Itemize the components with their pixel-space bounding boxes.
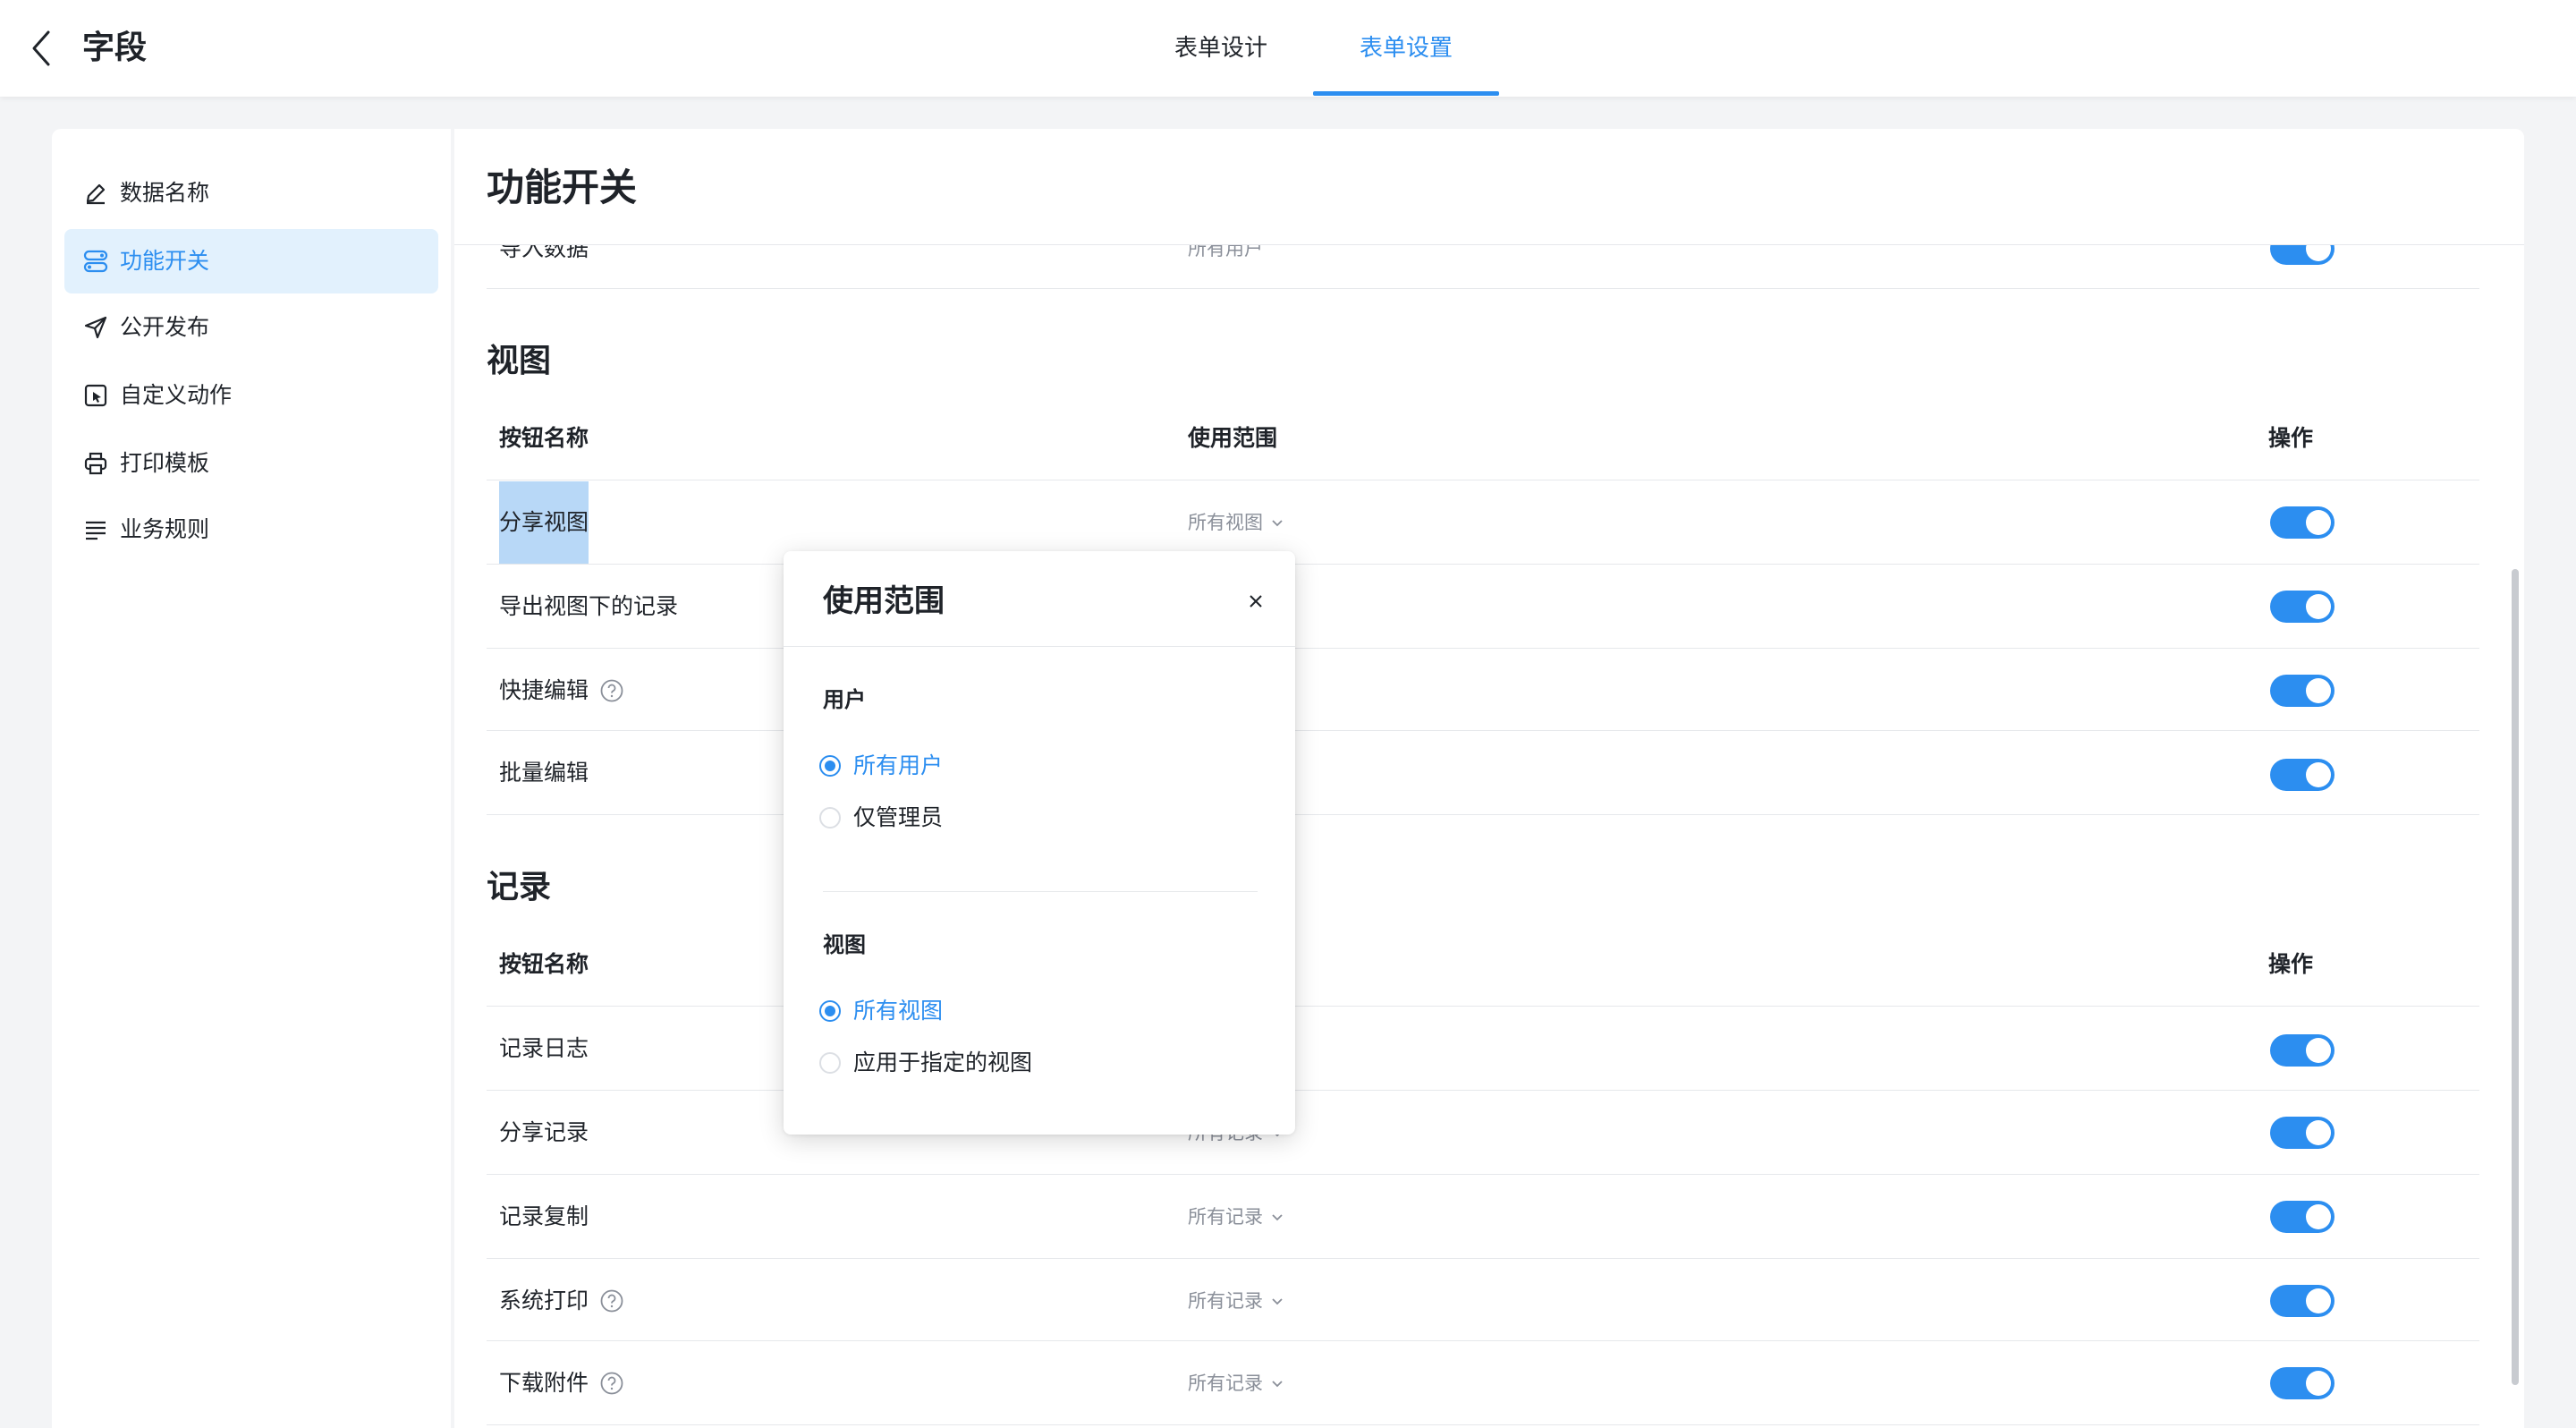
row-name: 分享视图 bbox=[499, 509, 589, 535]
chevron-down-icon bbox=[1272, 1214, 1283, 1221]
sidebar-item-label: 数据名称 bbox=[120, 180, 210, 206]
usage-scope-popover: 使用范围 用户 所有用户 仅管理员 视图 所有视图 应用于指定的视图 bbox=[784, 551, 1295, 1135]
row-name: 记录复制 bbox=[499, 1203, 589, 1229]
radio-circle bbox=[819, 1052, 841, 1074]
col-header-name: 按钮名称 bbox=[499, 425, 589, 451]
sidebar-item-business-rules[interactable]: 业务规则 bbox=[64, 497, 438, 562]
toggle-switch[interactable] bbox=[2270, 1201, 2334, 1233]
tab-form-settings[interactable]: 表单设置 bbox=[1313, 0, 1499, 97]
send-icon bbox=[80, 312, 111, 343]
settings-sidebar: 数据名称 功能开关 公开发布 自定义动作 打印模板 业务规则 bbox=[52, 129, 451, 1428]
help-circle-icon[interactable] bbox=[599, 1371, 624, 1396]
sidebar-item-data-name[interactable]: 数据名称 bbox=[64, 161, 438, 225]
help-circle-icon[interactable] bbox=[599, 678, 624, 703]
radio-circle bbox=[819, 1000, 841, 1022]
scope-dropdown[interactable]: 所有记录 bbox=[1188, 1365, 1284, 1401]
toggle-switch[interactable] bbox=[2270, 759, 2334, 791]
chevron-down-icon bbox=[1272, 1298, 1283, 1305]
section-title-record: 记录 bbox=[487, 869, 552, 905]
sidebar-item-label: 业务规则 bbox=[120, 516, 210, 542]
toggle-switch[interactable] bbox=[2270, 1285, 2334, 1317]
edit-icon bbox=[80, 178, 111, 208]
toggle-switch[interactable] bbox=[2270, 1367, 2334, 1399]
row-name: 批量编辑 bbox=[499, 760, 589, 786]
help-circle-icon[interactable] bbox=[599, 1288, 624, 1313]
col-header-action: 操作 bbox=[2268, 425, 2314, 451]
top-header: 字段 表单设计 表单设置 bbox=[0, 0, 2576, 97]
scope-value: 所有记录 bbox=[1188, 1206, 1263, 1228]
row-divider bbox=[487, 1340, 2479, 1341]
close-icon[interactable] bbox=[1240, 585, 1272, 617]
page-title: 字段 bbox=[82, 30, 148, 66]
sidebar-item-feature-switch[interactable]: 功能开关 bbox=[64, 229, 438, 293]
popover-section-divider bbox=[823, 891, 1258, 892]
sidebar-item-label: 功能开关 bbox=[120, 248, 210, 274]
active-tab-indicator bbox=[1313, 91, 1499, 96]
toggle-switch[interactable] bbox=[2270, 591, 2334, 623]
radio-label: 应用于指定的视图 bbox=[853, 1050, 1033, 1075]
radio-specific-views[interactable]: 应用于指定的视图 bbox=[819, 1045, 1032, 1081]
section-title-view: 视图 bbox=[487, 343, 552, 379]
sidebar-item-print-template[interactable]: 打印模板 bbox=[64, 431, 438, 496]
row-divider bbox=[487, 1424, 2479, 1425]
sidebar-item-label: 打印模板 bbox=[120, 450, 210, 476]
toggle-switch[interactable] bbox=[2270, 1117, 2334, 1149]
toggle-switch[interactable] bbox=[2270, 1034, 2334, 1067]
section-page-title: 功能开关 bbox=[487, 166, 638, 209]
popover-title: 使用范围 bbox=[823, 583, 945, 619]
radio-label: 所有视图 bbox=[853, 998, 944, 1024]
row-name: 分享记录 bbox=[499, 1119, 589, 1145]
user-section-label: 用户 bbox=[823, 687, 866, 712]
scope-value: 所有视图 bbox=[1188, 512, 1263, 533]
row-divider bbox=[487, 1174, 2479, 1175]
tab-form-design[interactable]: 表单设计 bbox=[1163, 0, 1279, 97]
list-icon bbox=[80, 514, 111, 545]
radio-label: 仅管理员 bbox=[853, 804, 944, 830]
col-header-name: 按钮名称 bbox=[499, 951, 589, 977]
toggle-switch[interactable] bbox=[2270, 675, 2334, 707]
scope-dropdown[interactable]: 所有记录 bbox=[1188, 1199, 1284, 1235]
row-name: 记录日志 bbox=[499, 1035, 589, 1061]
main-panel: 功能开关 导入数据 所有用户 视图 按钮名称 使用范围 操作 分享视图 所有视图… bbox=[454, 129, 2524, 1428]
chevron-down-icon bbox=[1272, 520, 1283, 527]
sidebar-item-publish[interactable]: 公开发布 bbox=[64, 295, 438, 360]
row-name: 快捷编辑 bbox=[499, 677, 589, 703]
switch-icon bbox=[80, 246, 111, 276]
sidebar-item-custom-action[interactable]: 自定义动作 bbox=[64, 363, 438, 428]
main-title-bar: 功能开关 bbox=[454, 129, 2524, 245]
radio-circle bbox=[819, 807, 841, 829]
radio-all-views[interactable]: 所有视图 bbox=[819, 993, 943, 1029]
radio-admin-only[interactable]: 仅管理员 bbox=[819, 800, 943, 836]
radio-label: 所有用户 bbox=[853, 752, 944, 778]
scope-value: 所有记录 bbox=[1188, 1290, 1263, 1312]
radio-all-users[interactable]: 所有用户 bbox=[819, 748, 943, 784]
row-name: 系统打印 bbox=[499, 1288, 589, 1313]
row-name: 下载附件 bbox=[499, 1370, 589, 1396]
printer-icon bbox=[80, 448, 111, 479]
col-header-scope: 使用范围 bbox=[1188, 425, 1278, 451]
sidebar-item-label: 自定义动作 bbox=[120, 382, 233, 408]
row-name: 导出视图下的记录 bbox=[499, 593, 679, 619]
row-divider bbox=[487, 288, 2479, 289]
row-divider bbox=[487, 1258, 2479, 1259]
vertical-scrollbar[interactable] bbox=[2512, 569, 2519, 1385]
sidebar-item-label: 公开发布 bbox=[120, 314, 210, 340]
back-arrow-icon[interactable] bbox=[29, 29, 54, 68]
scope-value: 所有记录 bbox=[1188, 1373, 1263, 1394]
scope-dropdown[interactable]: 所有视图 bbox=[1188, 505, 1284, 540]
scope-dropdown[interactable]: 所有记录 bbox=[1188, 1283, 1284, 1319]
view-section-label: 视图 bbox=[823, 932, 866, 957]
col-header-action: 操作 bbox=[2268, 951, 2314, 977]
chevron-down-icon bbox=[1272, 1381, 1283, 1388]
toggle-switch[interactable] bbox=[2270, 506, 2334, 539]
custom-action-icon bbox=[80, 380, 111, 411]
popover-divider bbox=[784, 646, 1295, 647]
radio-circle bbox=[819, 755, 841, 777]
